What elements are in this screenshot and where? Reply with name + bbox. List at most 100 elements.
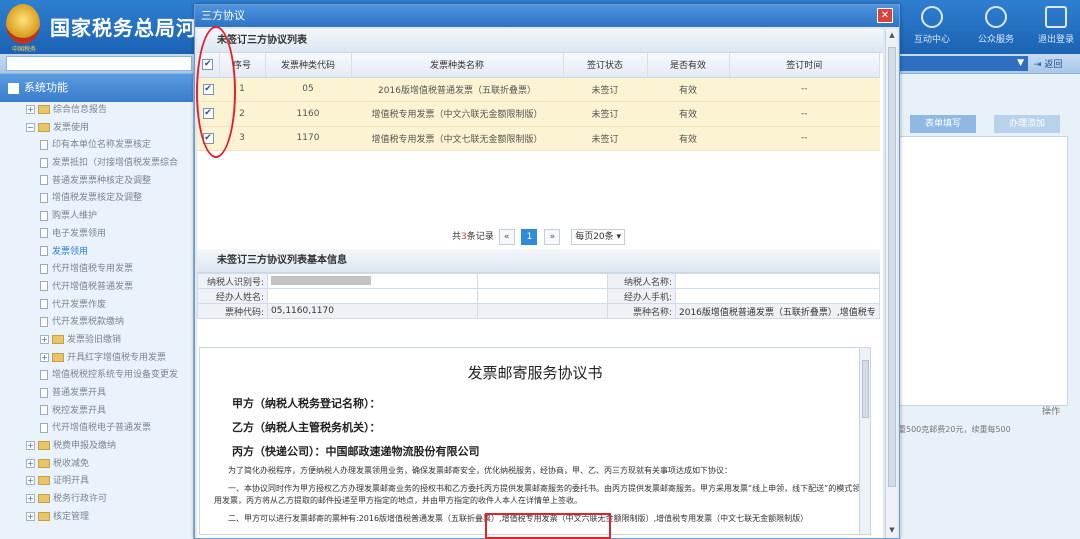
prev-page-button[interactable]: « [498,228,515,245]
dialog-scrollbar[interactable]: ▲ ▼ [885,29,897,538]
folder-icon [38,122,50,132]
public-service-button[interactable]: 公众服务 [970,4,1022,50]
scroll-up-icon[interactable]: ▲ [887,31,897,41]
sidebar-item[interactable]: 普通发票开具 [0,385,193,403]
sidebar-item[interactable]: + 证明开具 [0,473,193,491]
highlight-ellipse [196,26,236,158]
basic-info-section: 未签订三方协议列表基本信息 纳税人识别号: 纳税人名称: 经办人姓名: 经办人手… [197,249,880,319]
tab-process-add[interactable]: 办理添加 [994,115,1060,133]
sidebar-item[interactable]: 代开增值税专用发票 [0,261,193,279]
sidebar-item-label: 税收减免 [53,458,90,469]
sidebar-item[interactable]: 电子发票领用 [0,226,193,244]
expand-icon[interactable]: + [26,441,35,451]
cell-type-code: 1160 [265,101,351,127]
sidebar-item[interactable]: 代开增值税普通发票 [0,279,193,297]
sidebar-item[interactable]: + 税收减免 [0,456,193,474]
agent-phone-field[interactable] [675,288,880,304]
site-title: 国家税务总局河南 [50,16,218,40]
document-icon [40,175,48,186]
return-icon: ⇥ [1034,60,1045,70]
pagination: 共3条记录 « 1 » 每页20条 ▾ [197,225,880,249]
sidebar-tree: + 综合信息报告 − 发票使用 印有本单位名称发票核定 发票抵扣（对接增值税发票综合 普通发… [0,102,193,527]
next-page-button[interactable]: » [544,228,561,245]
sidebar-item[interactable]: − 发票使用 [0,120,193,138]
agreement-document: 发票邮寄服务协议书 甲方（纳税人税务登记名称）： 乙方（纳税人主管税务机关）： … [199,347,871,535]
chevron-down-icon: ▾ [616,231,622,242]
document-icon [40,387,48,398]
sidebar-item-label: 税控发票开具 [52,405,107,416]
sidebar-item[interactable]: + 综合信息报告 [0,102,193,120]
dropdown-field[interactable]: ▼ [898,56,1028,71]
sidebar-item[interactable]: 代开增值税电子普通发票 [0,420,193,438]
expand-icon[interactable]: + [26,494,35,504]
sidebar-item[interactable]: 购票人维护 [0,208,193,226]
party-b-line: 乙方（纳税人主管税务机关）： [232,421,381,434]
sidebar-item[interactable]: 普通发票票种核定及调整 [0,173,193,191]
logout-button[interactable]: 退出登录 [1030,4,1080,50]
agreement-scrollbar[interactable] [859,348,870,534]
expand-icon[interactable]: + [40,352,49,362]
sidebar-item[interactable]: 代开发票税款缴纳 [0,314,193,332]
scroll-down-icon[interactable]: ▼ [887,526,897,536]
sidebar-item-label: 发票验旧缴销 [67,334,122,345]
table-row[interactable]: ✔ 3 1170 增值税专用发票（中文七联无金额限制版） 未签订 有效 -- [197,126,880,151]
sidebar-item-label: 税务行政许可 [53,494,108,505]
public-service-label: 公众服务 [977,35,1014,45]
page-1-button[interactable]: 1 [521,228,538,245]
sidebar-item-label: 开具红字增值税专用发票 [67,352,167,363]
sidebar-item[interactable]: + 税务行政许可 [0,491,193,509]
agent-name-label: 经办人姓名: [197,288,268,304]
basic-info-title: 未签订三方协议列表基本信息 [197,249,880,273]
taxpayer-id-field[interactable] [267,273,478,289]
agreement-intro: 为了简化办税程序，方便纳税人办理发票领用业务，确保发票邮寄安全，优化纳税服务，经… [228,466,732,475]
table-row[interactable]: ✔ 1 05 2016版增值税普通发票（五联折叠票） 未签订 有效 -- [197,77,880,102]
folder-icon [38,105,50,114]
cell-sign-time: -- [729,126,880,151]
sidebar-item[interactable]: 税控发票开具 [0,403,193,421]
sidebar-item-label: 代开发票税款缴纳 [52,317,125,328]
sidebar-item[interactable]: + 税费申报及缴纳 [0,438,193,456]
expand-icon[interactable]: + [40,334,49,344]
blank-cell [477,273,608,289]
sidebar-item[interactable]: 增值税税控系统专用设备变更发 [0,367,193,385]
sidebar-item-label: 普通发票票种核定及调整 [52,175,152,186]
type-code-value: 05,1160,1170 [267,303,478,319]
sidebar-item-label: 税费申报及缴纳 [53,441,117,452]
sidebar-item[interactable]: 印有本单位名称发票核定 [0,137,193,155]
sidebar-item-label: 代开增值税普通发票 [52,281,134,292]
expand-icon[interactable]: + [26,511,35,521]
sidebar-item[interactable]: 代开发票作废 [0,297,193,315]
expand-icon[interactable]: + [26,476,35,486]
page-size-select[interactable]: 每页20条 ▾ [571,228,626,245]
expand-icon[interactable]: + [26,105,35,114]
sidebar-item[interactable]: + 开具红字增值税专用发票 [0,350,193,368]
sidebar-item[interactable]: 发票抵扣（对接增值税发票综合 [0,155,193,173]
taxpayer-name-field[interactable] [675,273,880,289]
sidebar-item-label: 发票使用 [53,122,90,133]
cell-valid: 有效 [647,101,729,127]
close-icon[interactable]: ✕ [877,8,893,23]
agent-name-field[interactable] [267,288,478,304]
scroll-thumb[interactable] [862,360,869,418]
sidebar-item[interactable]: 增值税发票核定及调整 [0,190,193,208]
document-icon [40,405,48,416]
expand-icon[interactable]: + [26,458,35,468]
table-row[interactable]: ✔ 2 1160 增值税专用发票（中文六联无金额限制版） 未签订 有效 -- [197,101,880,127]
sidebar-item[interactable]: 发票领用 [0,244,193,262]
cell-type-name: 增值税专用发票（中文六联无金额限制版） [351,101,563,127]
collapse-icon[interactable]: − [26,122,35,132]
agreement-clause-1: 一、本协议同时作为甲方授权乙方办理发票邮寄业务的授权书和乙方委托丙方提供发票邮寄… [214,484,861,505]
scroll-thumb[interactable] [888,47,896,487]
sidebar-item-label: 发票领用 [52,246,89,257]
cell-valid: 有效 [647,126,729,151]
back-button[interactable]: ⇥ 返回 [1034,57,1062,70]
highlight-rectangle [485,513,611,539]
search-input[interactable] [6,56,192,71]
sidebar-item[interactable]: + 发票验旧缴销 [0,332,193,350]
gift-icon [985,6,1007,28]
interaction-center-button[interactable]: 互动中心 [906,4,958,50]
sidebar-item[interactable]: + 核定管理 [0,509,193,527]
logout-label: 退出登录 [1037,35,1074,45]
tab-form-fill[interactable]: 表单填写 [910,115,976,133]
cell-valid: 有效 [647,77,729,102]
